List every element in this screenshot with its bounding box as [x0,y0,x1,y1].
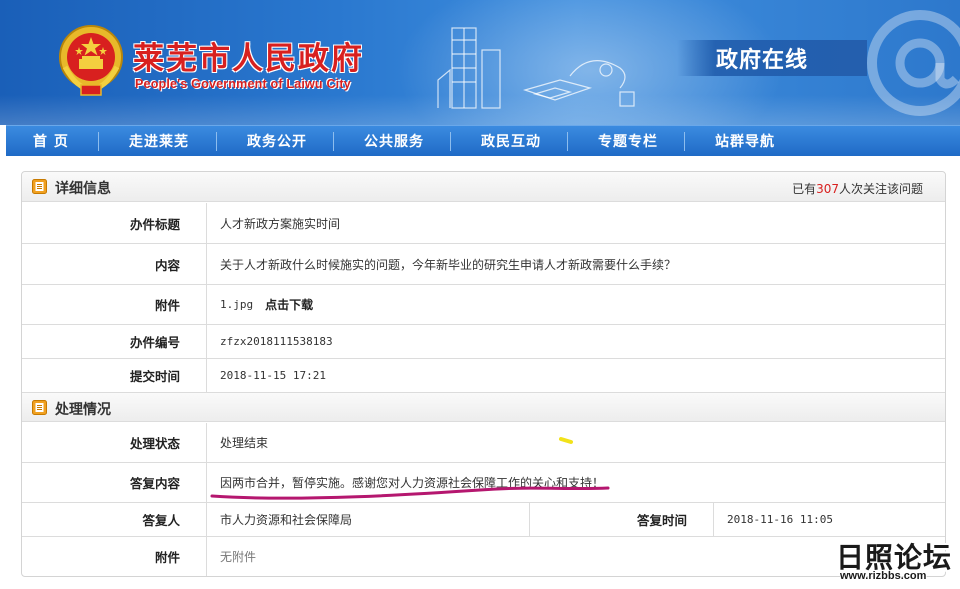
nav-separator [567,132,568,151]
nav-separator [450,132,451,151]
reply-time-value: 2018-11-16 11:05 [727,513,833,526]
title-value: 人才新政方案施实时间 [220,216,341,231]
nav-item-site-navigation[interactable]: 站群导航 [715,131,775,151]
site-title: 莱芜市人民政府 [133,41,364,77]
number-value: zfzx2018111538183 [220,335,333,348]
table-row-attachment: 附件 1.jpg 点击下载 [22,285,945,325]
title-label: 办件标题 [22,203,207,243]
table-row-title: 办件标题 人才新政方案施实时间 [22,203,945,244]
table-row-replier: 答复人 市人力资源和社会保障局 答复时间 2018-11-16 11:05 [22,503,945,537]
replier-label: 答复人 [22,503,207,536]
document-icon [32,400,47,415]
table-row-submit-time: 提交时间 2018-11-15 17:21 [22,359,945,392]
processing-section-title: 处理情况 [55,402,111,418]
attention-prefix: 已有 [792,182,817,196]
attachment-value: 1.jpg 点击下载 [220,285,313,324]
table-row-reply-attachment: 附件 无附件 [22,537,945,576]
attachment-label: 附件 [22,285,207,324]
detail-panel: 详细信息 已有307人次关注该问题 办件标题 人才新政方案施实时间 内容 关于人… [21,171,946,577]
nav-separator [684,132,685,151]
status-value: 处理结束 [220,436,269,450]
nav-separator [216,132,217,151]
content-value: 关于人才新政什么时候施实的问题，今年新毕业的研究生申请人才新政需要什么手续？ [220,257,677,272]
nav-item-public-services[interactable]: 公共服务 [364,131,424,151]
national-emblem-icon [59,25,123,96]
attention-suffix: 人次关注该问题 [838,182,923,196]
reply-attachment-label: 附件 [22,537,207,576]
attachment-filename: 1.jpg [220,298,254,311]
attention-count: 307 [816,182,839,196]
nav-item-special-topics[interactable]: 专题专栏 [598,131,658,151]
replier-value: 市人力资源和社会保障局 [220,513,353,527]
detail-section-header: 详细信息 已有307人次关注该问题 [22,172,945,202]
reply-time-label: 答复时间 [529,503,714,536]
reply-value: 因两市合并，暂停实施。感谢您对人力资源社会保障工作的关心和支持！ [220,476,605,490]
table-row-reply: 答复内容 因两市合并，暂停实施。感谢您对人力资源社会保障工作的关心和支持！ [22,463,945,503]
detail-section-title: 详细信息 [55,181,111,197]
reply-label: 答复内容 [22,463,207,502]
nav-separator [333,132,334,151]
submit-time-value: 2018-11-15 17:21 [220,369,326,382]
number-label: 办件编号 [22,325,207,358]
document-icon [32,179,47,194]
at-symbol-icon [867,10,960,116]
site-subtitle: People's Government of Laiwu City [135,77,351,91]
nav-item-government-affairs[interactable]: 政务公开 [247,131,307,151]
table-row-number: 办件编号 zfzx2018111538183 [22,325,945,359]
download-link[interactable]: 点击下载 [265,296,313,313]
nav-item-home[interactable]: 首 页 [33,131,69,151]
submit-time-label: 提交时间 [22,359,207,392]
attention-counter: 已有307人次关注该问题 [792,180,923,197]
nav-item-about-laiwu[interactable]: 走进莱芜 [129,131,189,151]
site-banner: 莱芜市人民政府 People's Government of Laiwu Cit… [0,0,960,125]
reply-attachment-value: 无附件 [220,550,257,564]
status-label: 处理状态 [22,423,207,462]
content-label: 内容 [22,244,207,284]
table-row-content: 内容 关于人才新政什么时候施实的问题，今年新毕业的研究生申请人才新政需要什么手续… [22,244,945,285]
forum-watermark-url: www.rizbbs.com [840,570,927,582]
main-navigation: 首 页 走进莱芜 政务公开 公共服务 政民互动 专题专栏 站群导航 [6,125,960,156]
nav-item-interaction[interactable]: 政民互动 [481,131,541,151]
city-skyline-illustration [437,27,635,109]
processing-section-header: 处理情况 [22,392,945,422]
nav-separator [98,132,99,151]
table-row-status: 处理状态 处理结束 [22,423,945,463]
government-online-label: 政府在线 [716,48,809,73]
